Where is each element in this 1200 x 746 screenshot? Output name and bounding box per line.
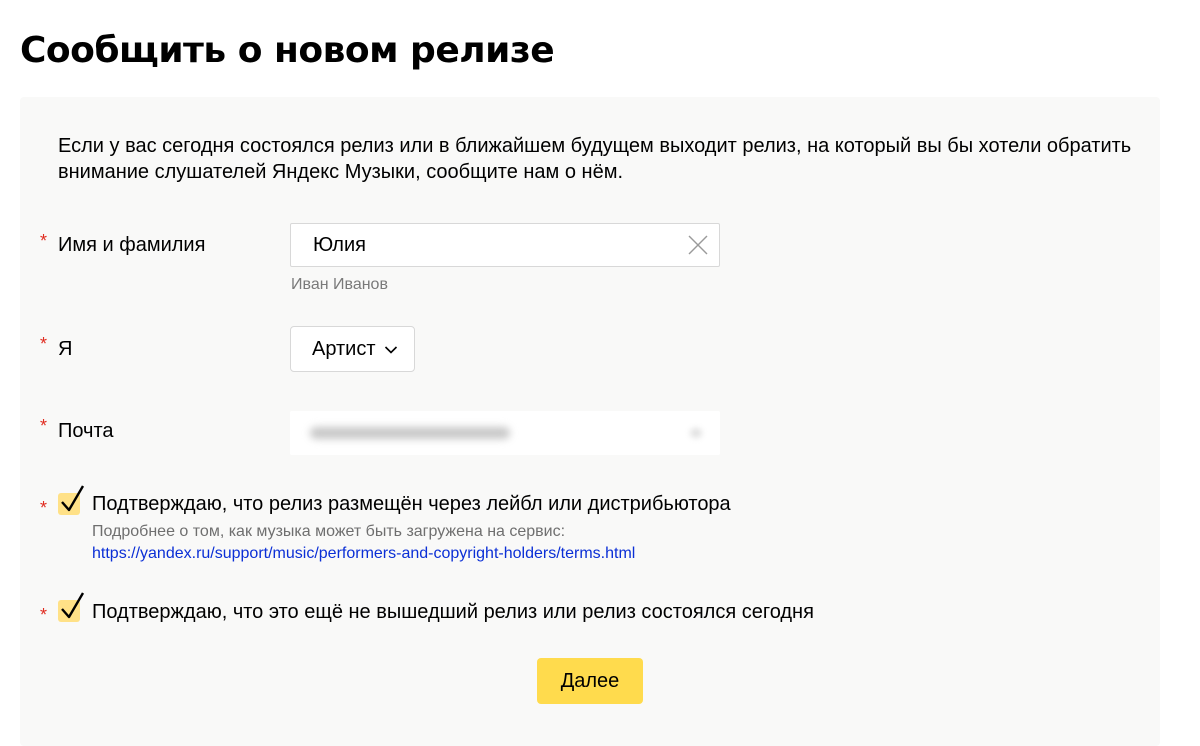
- release-form-panel: Если у вас сегодня состоялся релиз или в…: [20, 97, 1160, 746]
- name-label: Имя и фамилия: [58, 234, 206, 256]
- confirm-distribution-hint: Подробнее о том, как музыка может быть з…: [92, 523, 566, 540]
- confirm-distribution-label[interactable]: Подтверждаю, что релиз размещён через ле…: [92, 492, 731, 516]
- required-mark: *: [40, 498, 48, 518]
- required-mark: *: [40, 231, 48, 251]
- next-button[interactable]: Далее: [537, 658, 643, 704]
- checkmark-icon: [61, 592, 85, 619]
- required-mark: *: [40, 416, 48, 436]
- clear-icon[interactable]: [688, 235, 708, 255]
- required-mark: *: [40, 334, 48, 354]
- email-value-redacted: [310, 427, 510, 439]
- name-hint: Иван Иванов: [291, 276, 388, 293]
- role-select[interactable]: Артист: [290, 326, 415, 372]
- role-label: Я: [58, 338, 73, 360]
- terms-link[interactable]: https://yandex.ru/support/music/performe…: [92, 544, 635, 564]
- email-field[interactable]: [290, 411, 720, 455]
- email-field-icon: [690, 428, 702, 438]
- intro-text: Если у вас сегодня состоялся релиз или в…: [58, 135, 1132, 183]
- confirm-unreleased-checkbox[interactable]: [58, 592, 85, 622]
- confirm-distribution-checkbox[interactable]: [58, 485, 85, 515]
- checkmark-icon: [61, 485, 85, 512]
- page-title: Сообщить о новом релизе: [20, 30, 555, 71]
- required-mark: *: [40, 605, 48, 625]
- email-label: Почта: [58, 420, 114, 442]
- chevron-down-icon: [384, 338, 398, 361]
- confirm-unreleased-label[interactable]: Подтверждаю, что это ещё не вышедший рел…: [92, 600, 814, 624]
- name-input[interactable]: [290, 223, 720, 267]
- role-select-value: Артист: [312, 337, 376, 360]
